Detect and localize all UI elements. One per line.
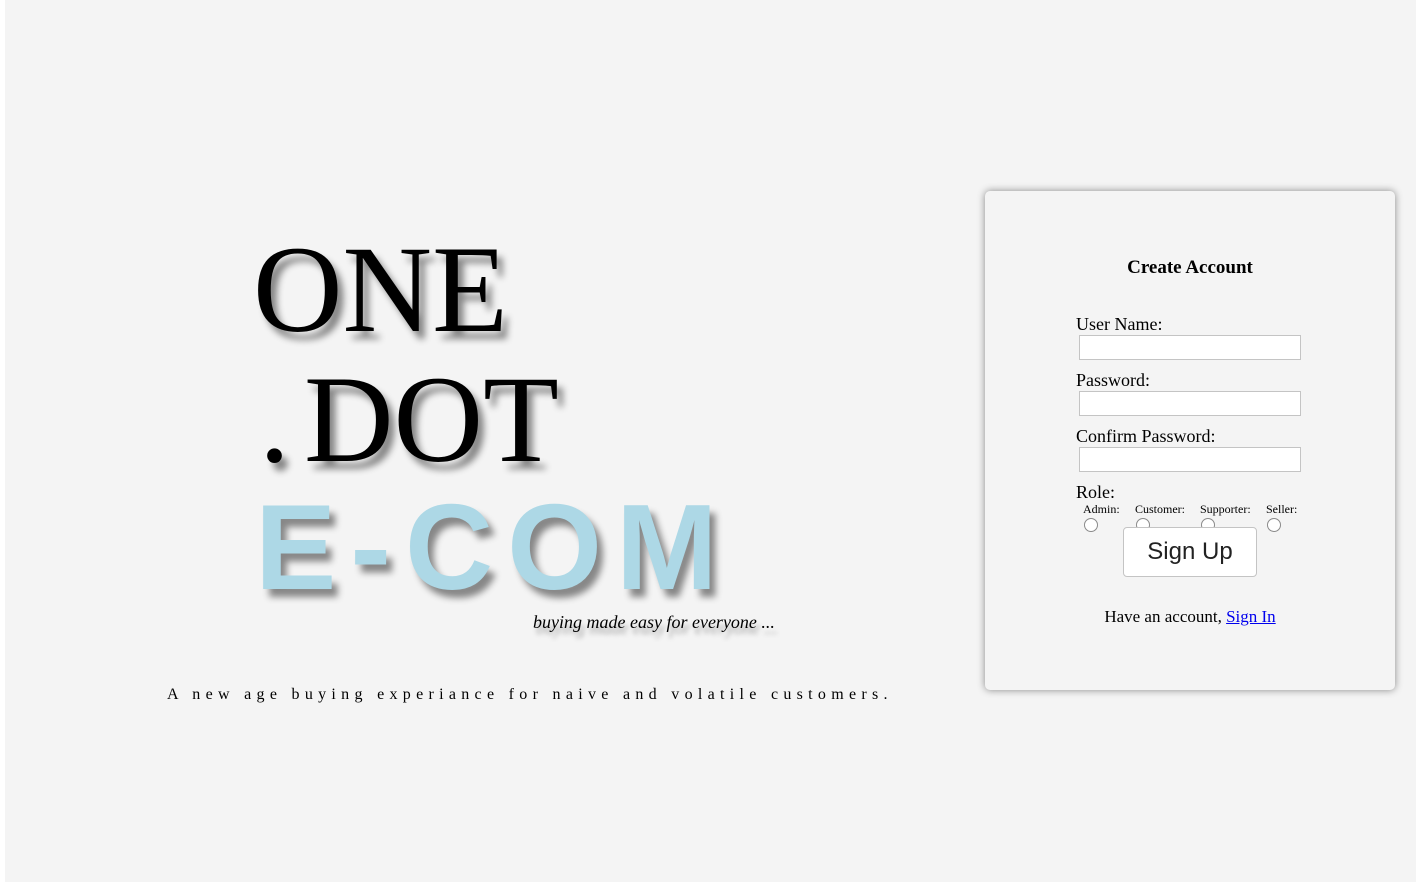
username-label: User Name: (1076, 314, 1163, 334)
have-account-row: Have an account, Sign In (985, 607, 1395, 627)
logo-line-one: ONE (253, 221, 508, 358)
card-title: Create Account (1127, 257, 1253, 278)
role-admin-label: Admin: (1083, 502, 1120, 516)
role-admin-radio[interactable] (1084, 518, 1098, 532)
logo-period: . (259, 351, 290, 488)
role-option-admin: Admin: (1083, 502, 1120, 532)
password-input[interactable] (1079, 391, 1301, 416)
have-account-text: Have an account, (1104, 607, 1222, 626)
username-input[interactable] (1079, 335, 1301, 360)
logo-dot-word: DOT (304, 351, 559, 488)
signup-form: User Name: Password: Confirm Password: R… (1076, 313, 1316, 577)
role-label: Role: (1076, 482, 1115, 502)
logo-line-dot: . DOT (259, 358, 559, 482)
role-customer-label: Customer: (1135, 502, 1185, 516)
brand-tagline: A new age buying experiance for naive an… (167, 686, 893, 703)
sign-in-link[interactable]: Sign In (1226, 607, 1276, 626)
role-seller-radio[interactable] (1267, 518, 1281, 532)
role-supporter-label: Supporter: (1200, 502, 1251, 516)
brand-slogan: buying made easy for everyone ... (533, 612, 775, 632)
logo-line-ecom: E-COM (255, 479, 732, 615)
role-seller-label: Seller: (1266, 502, 1298, 516)
sign-up-button[interactable]: Sign Up (1123, 527, 1257, 577)
password-label: Password: (1076, 370, 1151, 390)
confirm-password-input[interactable] (1079, 447, 1301, 472)
create-account-card: Create Account User Name: Password: Conf… (985, 191, 1395, 690)
confirm-password-label: Confirm Password: (1076, 426, 1216, 446)
page-background: ONE . DOT E-COM buying made easy for ever… (5, 0, 1416, 882)
role-option-seller: Seller: (1266, 502, 1297, 532)
